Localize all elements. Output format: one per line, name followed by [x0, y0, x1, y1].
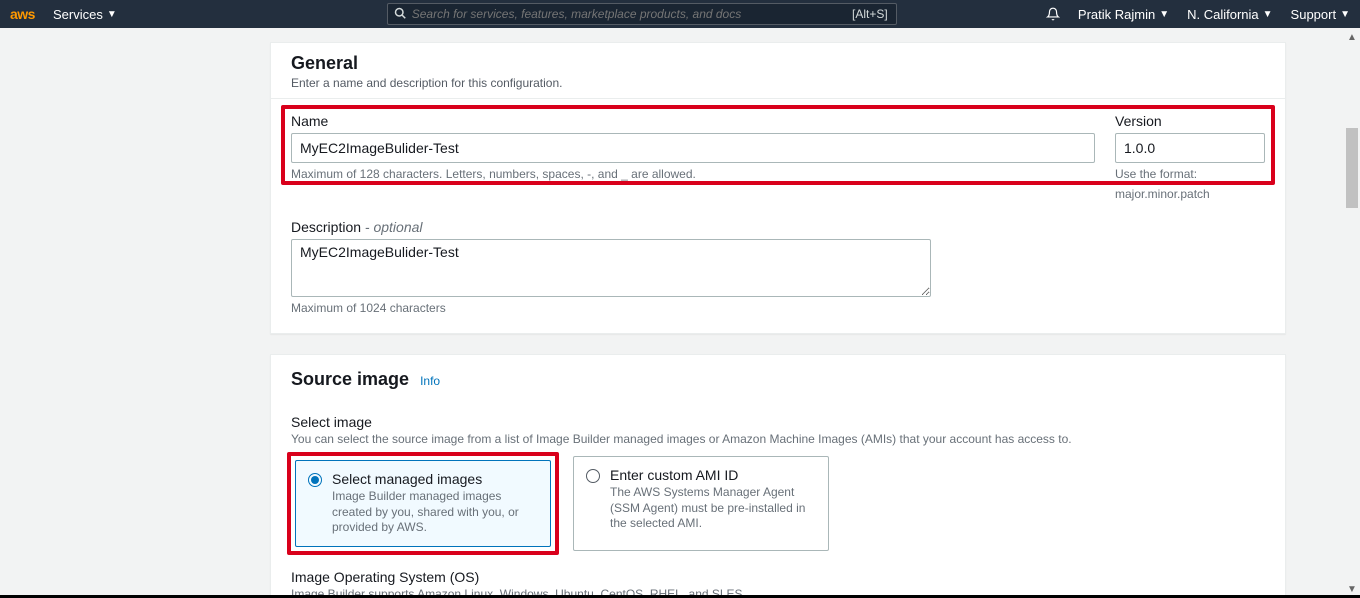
services-label: Services — [53, 7, 103, 22]
region-name: N. California — [1187, 7, 1259, 22]
content: General Enter a name and description for… — [10, 28, 1360, 598]
source-title: Source image Info — [271, 355, 1285, 400]
select-image-sub: You can select the source image from a l… — [291, 432, 1265, 446]
caret-down-icon: ▼ — [107, 9, 117, 20]
name-input[interactable] — [291, 133, 1095, 163]
select-image-label: Select image — [291, 414, 1265, 430]
caret-down-icon: ▼ — [1159, 9, 1169, 20]
scroll-up-icon[interactable]: ▲ — [1347, 32, 1357, 42]
scroll-thumb[interactable] — [1346, 128, 1358, 208]
search-kbd-hint: [Alt+S] — [852, 7, 896, 21]
tile-managed-images[interactable]: Select managed images Image Builder mana… — [295, 460, 551, 547]
search-input[interactable] — [412, 7, 852, 21]
vertical-scrollbar[interactable]: ▲ ▼ — [1344, 28, 1360, 598]
version-label: Version — [1115, 113, 1265, 129]
description-input[interactable] — [291, 239, 931, 297]
name-version-highlight: Name Maximum of 128 characters. Letters,… — [281, 105, 1275, 185]
top-nav: aws Services ▼ [Alt+S] Pratik Rajmin ▼ N… — [0, 0, 1360, 28]
general-header: General Enter a name and description for… — [271, 43, 1285, 99]
support-menu[interactable]: Support ▼ — [1291, 7, 1350, 22]
version-hint1: Use the format: — [1115, 167, 1265, 181]
aws-logo[interactable]: aws — [10, 6, 35, 22]
general-subtitle: Enter a name and description for this co… — [291, 76, 1265, 90]
caret-down-icon: ▼ — [1263, 9, 1273, 20]
global-search[interactable]: [Alt+S] — [387, 3, 897, 25]
name-label: Name — [291, 113, 1095, 129]
tile-title: Select managed images — [332, 471, 538, 487]
info-link[interactable]: Info — [420, 374, 440, 388]
notifications-icon[interactable] — [1046, 7, 1060, 21]
page-body: General Enter a name and description for… — [0, 28, 1360, 598]
name-field: Name Maximum of 128 characters. Letters,… — [291, 113, 1095, 181]
description-hint: Maximum of 1024 characters — [291, 301, 931, 315]
version-input[interactable] — [1115, 133, 1265, 163]
version-hint2: major.minor.patch — [1115, 187, 1265, 201]
caret-down-icon: ▼ — [1340, 9, 1350, 20]
tile-sub: The AWS Systems Manager Agent (SSM Agent… — [610, 485, 816, 532]
source-image-panel: Source image Info Select image You can s… — [270, 354, 1286, 598]
radio-icon — [586, 469, 600, 540]
radio-selected-icon — [308, 473, 322, 536]
support-label: Support — [1291, 7, 1337, 22]
description-field: Description - optional Maximum of 1024 c… — [291, 219, 931, 315]
scroll-down-icon[interactable]: ▼ — [1347, 584, 1357, 594]
user-name: Pratik Rajmin — [1078, 7, 1155, 22]
general-title: General — [291, 53, 1265, 74]
search-icon — [388, 7, 412, 22]
select-image-tiles: Select managed images Image Builder mana… — [291, 456, 1265, 551]
managed-images-highlight: Select managed images Image Builder mana… — [287, 452, 559, 555]
account-menu[interactable]: Pratik Rajmin ▼ — [1078, 7, 1169, 22]
version-field: Version Use the format: — [1115, 113, 1265, 181]
region-menu[interactable]: N. California ▼ — [1187, 7, 1272, 22]
nav-right: Pratik Rajmin ▼ N. California ▼ Support … — [1046, 7, 1350, 22]
description-label: Description - optional — [291, 219, 931, 235]
tile-title: Enter custom AMI ID — [610, 467, 816, 483]
name-hint: Maximum of 128 characters. Letters, numb… — [291, 167, 1095, 181]
left-gutter — [0, 28, 10, 598]
os-label: Image Operating System (OS) — [291, 569, 1265, 585]
services-menu[interactable]: Services ▼ — [53, 7, 117, 22]
general-panel: General Enter a name and description for… — [270, 42, 1286, 334]
tile-sub: Image Builder managed images created by … — [332, 489, 538, 536]
tile-custom-ami[interactable]: Enter custom AMI ID The AWS Systems Mana… — [573, 456, 829, 551]
